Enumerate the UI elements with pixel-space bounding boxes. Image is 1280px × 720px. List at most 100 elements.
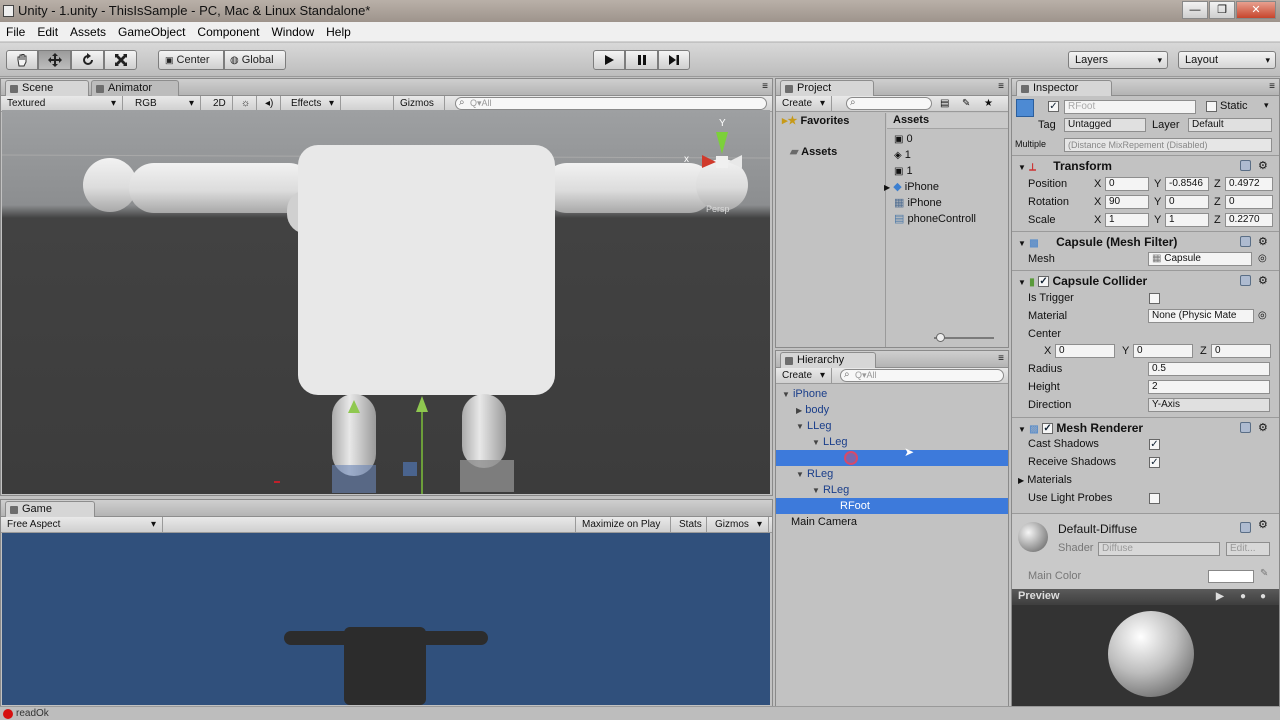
panel-menu-icon[interactable]: ≡ — [998, 353, 1004, 364]
height-field[interactable]: 2 — [1148, 380, 1270, 394]
transform-header[interactable]: ▼ ⟂ Transform ⚙ — [1012, 155, 1279, 175]
icon-size-slider-thumb[interactable] — [936, 333, 945, 342]
collider-enabled-checkbox[interactable]: ✓ — [1038, 276, 1050, 288]
scale-tool-button[interactable] — [104, 50, 137, 70]
move-gizmo-plane-handle[interactable] — [403, 462, 417, 476]
layer-dropdown[interactable]: Default — [1188, 118, 1272, 132]
hierarchy-row[interactable]: ▼ iPhone — [776, 386, 1008, 402]
asset-item[interactable]: ▣ 1 — [894, 163, 913, 180]
play-button[interactable] — [593, 50, 625, 70]
project-search-input[interactable] — [846, 97, 932, 110]
scene-orientation-gizmo[interactable] — [702, 132, 742, 168]
render-mode-dropdown[interactable]: RGB ▾ — [129, 96, 201, 111]
gameobject-active-checkbox[interactable]: ✓ — [1048, 101, 1059, 112]
object-picker-icon[interactable]: ◎ — [1258, 250, 1267, 268]
hierarchy-row[interactable]: Main Camera — [776, 514, 1008, 530]
mesh-filter-header[interactable]: ▼ ▩ Capsule (Mesh Filter) ⚙ — [1012, 231, 1279, 251]
assets-folder-node[interactable]: ▰ Assets — [790, 144, 837, 160]
capsule-collider-header[interactable]: ▼ ▮ ✓ Capsule Collider ⚙ — [1012, 270, 1279, 290]
renderer-enabled-checkbox[interactable]: ✓ — [1042, 423, 1054, 435]
hierarchy-row[interactable]: ▼ LLeg — [776, 434, 1008, 450]
preview-sphere-icon[interactable]: ● — [1260, 589, 1266, 604]
component-help-icon[interactable] — [1240, 275, 1251, 286]
tab-animator[interactable]: Animator — [91, 80, 179, 96]
game-viewport[interactable] — [2, 533, 770, 705]
panel-menu-icon[interactable]: ≡ — [1269, 81, 1275, 92]
menu-help[interactable]: Help — [320, 25, 357, 39]
move-tool-button[interactable] — [38, 50, 71, 70]
scale-z-field[interactable]: 0.2270 — [1225, 213, 1273, 227]
hierarchy-row[interactable]: ▼ LLeg — [776, 418, 1008, 434]
component-help-icon[interactable] — [1240, 522, 1251, 533]
tab-hierarchy[interactable]: Hierarchy — [780, 352, 876, 368]
panel-menu-icon[interactable]: ≡ — [762, 81, 768, 92]
effects-dropdown[interactable]: Effects ▾ — [285, 96, 341, 111]
component-help-icon[interactable] — [1240, 160, 1251, 171]
materials-row[interactable]: ▶ Materials — [1018, 471, 1269, 490]
center-y-field[interactable]: 0 — [1133, 344, 1193, 358]
tag-dropdown[interactable]: Untagged — [1064, 118, 1146, 132]
asset-item[interactable]: ▣ 0 — [894, 131, 913, 148]
tab-project[interactable]: Project — [780, 80, 874, 96]
stats-toggle[interactable]: Stats — [673, 517, 707, 532]
menu-gameobject[interactable]: GameObject — [112, 25, 191, 39]
object-picker-icon[interactable]: ◎ — [1258, 307, 1267, 325]
menu-file[interactable]: File — [0, 25, 31, 39]
hierarchy-row[interactable]: ▶ body — [776, 402, 1008, 418]
position-z-field[interactable]: 0.4972 — [1225, 177, 1273, 191]
panel-menu-icon[interactable]: ≡ — [998, 81, 1004, 92]
hierarchy-row-selected[interactable]: RFoot — [776, 498, 1008, 514]
menu-assets[interactable]: Assets — [64, 25, 112, 39]
audio-toggle[interactable]: ◂) — [259, 96, 281, 111]
menu-edit[interactable]: Edit — [31, 25, 64, 39]
chevron-down-icon[interactable]: ▾ — [1264, 100, 1269, 111]
tab-scene[interactable]: Scene — [5, 80, 89, 96]
rotation-y-field[interactable]: 0 — [1165, 195, 1209, 209]
center-x-field[interactable]: 0 — [1055, 344, 1115, 358]
asset-item[interactable]: ▤ phoneControll — [894, 211, 976, 227]
gear-icon[interactable]: ⚙ — [1258, 271, 1268, 291]
rotation-x-field[interactable]: 90 — [1105, 195, 1149, 209]
tab-game[interactable]: Game — [5, 501, 95, 517]
collider-material-field[interactable]: None (Physic Mate — [1148, 309, 1254, 323]
multiple-dropdown[interactable]: (Distance MixRepement (Disabled) — [1064, 138, 1272, 152]
hierarchy-create-dropdown[interactable]: Create ▾ — [776, 368, 832, 383]
2d-toggle[interactable]: 2D — [207, 96, 233, 111]
component-help-icon[interactable] — [1240, 422, 1251, 433]
mesh-renderer-header[interactable]: ▼ ▨ ✓ Mesh Renderer ⚙ — [1012, 417, 1279, 437]
asset-item[interactable]: ▶ ◆ iPhone — [884, 179, 939, 196]
game-gizmos-dropdown[interactable]: Gizmos ▾ — [709, 517, 769, 532]
asset-item[interactable]: ◈ 1 — [894, 147, 911, 164]
center-z-field[interactable]: 0 — [1211, 344, 1271, 358]
scene-gizmos-dropdown[interactable]: Gizmos▾ — [393, 96, 445, 124]
hierarchy-row-selected[interactable]: ➤ — [776, 445, 1008, 466]
maximize-on-play-toggle[interactable]: Maximize on Play — [575, 517, 671, 532]
aspect-dropdown[interactable]: Free Aspect ▾ — [1, 517, 163, 532]
step-button[interactable] — [658, 50, 690, 70]
radius-field[interactable]: 0.5 — [1148, 362, 1270, 376]
scene-viewport[interactable]: Y x Persp — [2, 110, 770, 494]
rotation-z-field[interactable]: 0 — [1225, 195, 1273, 209]
gameobject-name-field[interactable]: RFoot — [1064, 100, 1196, 114]
component-help-icon[interactable] — [1240, 236, 1251, 247]
receive-shadows-checkbox[interactable]: ✓ — [1149, 457, 1160, 468]
is-trigger-checkbox[interactable] — [1149, 293, 1160, 304]
pause-button[interactable] — [625, 50, 658, 70]
shader-dropdown[interactable]: Diffuse — [1098, 542, 1220, 556]
mesh-field[interactable]: ▦ Capsule — [1148, 252, 1252, 266]
filter-label-icon[interactable]: ✎ — [962, 96, 970, 111]
cast-shadows-checkbox[interactable]: ✓ — [1149, 439, 1160, 450]
menu-component[interactable]: Component — [191, 25, 265, 39]
layers-dropdown[interactable]: Layers — [1068, 51, 1168, 69]
position-x-field[interactable]: 0 — [1105, 177, 1149, 191]
favorites-node[interactable]: ▸★ Favorites — [782, 113, 849, 129]
tab-inspector[interactable]: Inspector — [1016, 80, 1112, 96]
gear-icon[interactable]: ⚙ — [1258, 156, 1268, 176]
lighting-toggle[interactable]: ☼ — [235, 96, 257, 111]
menu-window[interactable]: Window — [265, 25, 320, 39]
pivot-center-toggle[interactable]: ▣ Center — [158, 50, 224, 70]
gear-icon[interactable]: ⚙ — [1258, 518, 1268, 531]
scale-y-field[interactable]: 1 — [1165, 213, 1209, 227]
maximize-button[interactable]: ❐ — [1209, 1, 1235, 19]
filter-type-icon[interactable]: ▤ — [940, 96, 949, 111]
